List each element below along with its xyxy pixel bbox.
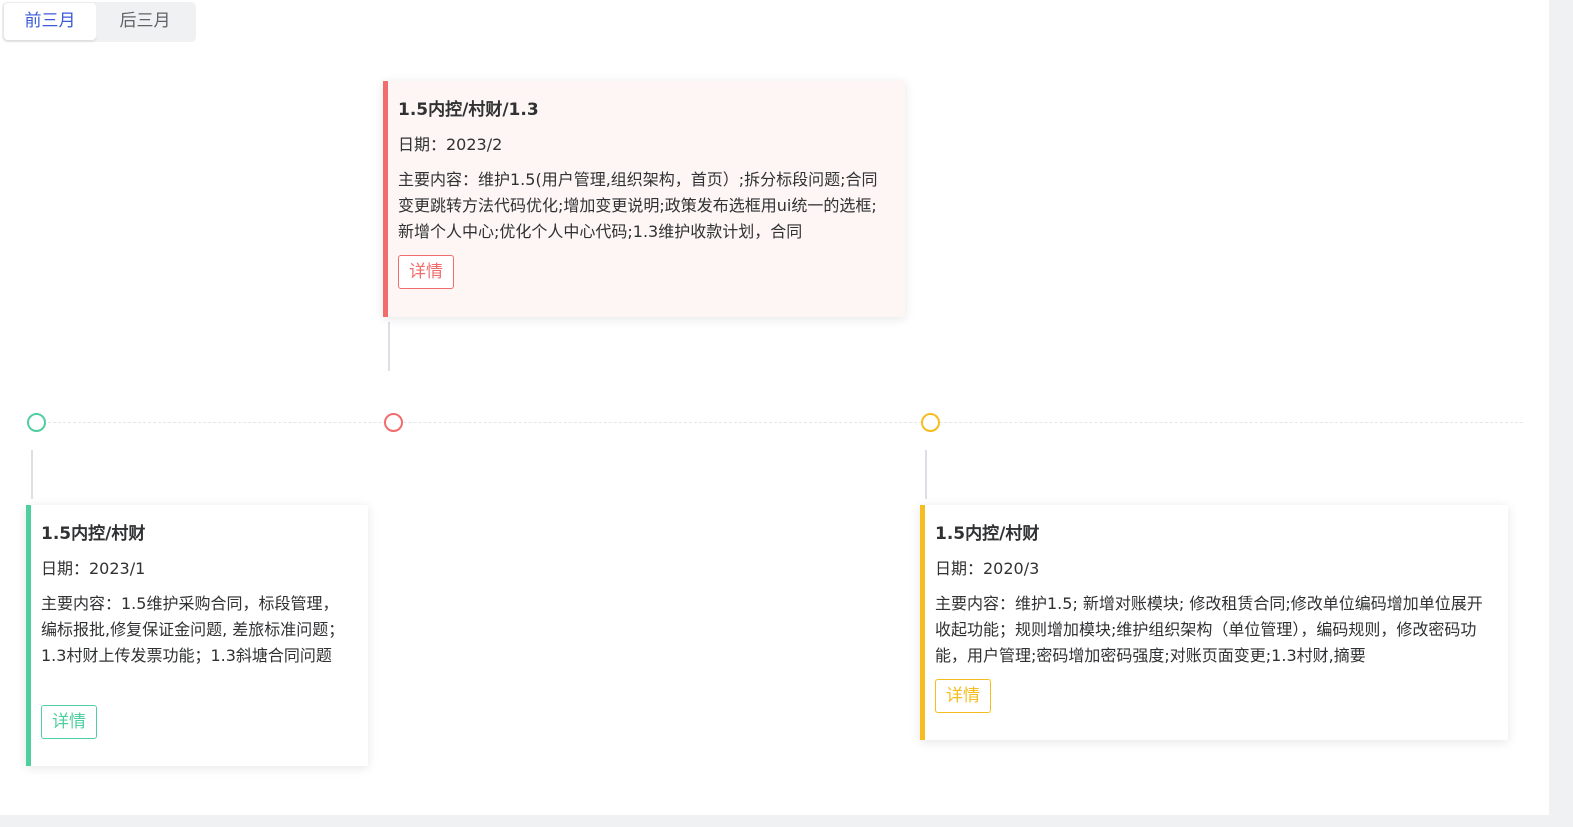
detail-button[interactable]: 详情 bbox=[41, 705, 97, 739]
timeline-axis bbox=[48, 422, 1523, 423]
card-content: 主要内容：1.5维护采购合同，标段管理，编标报批,修复保证金问题, 差旅标准问题… bbox=[41, 594, 345, 665]
card-content: 主要内容：维护1.5; 新增对账模块; 修改租赁合同;修改单位编码增加单位展开收… bbox=[935, 594, 1483, 665]
card-content: 主要内容：维护1.5(用户管理,组织架构，首页）;拆分标段问题;合同变更跳转方法… bbox=[398, 170, 878, 241]
card-title: 1.5内控/村财/1.3 bbox=[398, 100, 539, 120]
connector-green bbox=[31, 450, 33, 499]
tab-previous-three-months[interactable]: 前三月 bbox=[4, 3, 96, 40]
timeline-dot-green bbox=[27, 413, 46, 432]
connector-yellow bbox=[925, 450, 927, 499]
timeline-dot-red bbox=[384, 413, 403, 432]
timeline-panel: 1.5内控/村财/1.3 日期：2023/2 主要内容：维护1.5(用户管理,组… bbox=[0, 62, 1549, 815]
card-date: 日期：2020/3 bbox=[935, 559, 1040, 578]
card-date: 日期：2023/1 bbox=[41, 559, 146, 578]
timeline-card-green: 1.5内控/村财 日期：2023/1 主要内容：1.5维护采购合同，标段管理，编… bbox=[26, 505, 368, 766]
detail-button[interactable]: 详情 bbox=[935, 679, 991, 713]
card-title: 1.5内控/村财 bbox=[935, 524, 1040, 544]
detail-button[interactable]: 详情 bbox=[398, 255, 454, 289]
connector-red bbox=[388, 322, 390, 371]
card-title: 1.5内控/村财 bbox=[41, 524, 146, 544]
timeline-card-yellow: 1.5内控/村财 日期：2020/3 主要内容：维护1.5; 新增对账模块; 修… bbox=[920, 505, 1508, 740]
tab-next-three-months[interactable]: 后三月 bbox=[96, 3, 194, 40]
timeline-card-red: 1.5内控/村财/1.3 日期：2023/2 主要内容：维护1.5(用户管理,组… bbox=[383, 81, 905, 317]
card-date: 日期：2023/2 bbox=[398, 135, 503, 154]
tab-bar: 前三月 后三月 bbox=[0, 0, 1549, 62]
timeline-dot-yellow bbox=[921, 413, 940, 432]
